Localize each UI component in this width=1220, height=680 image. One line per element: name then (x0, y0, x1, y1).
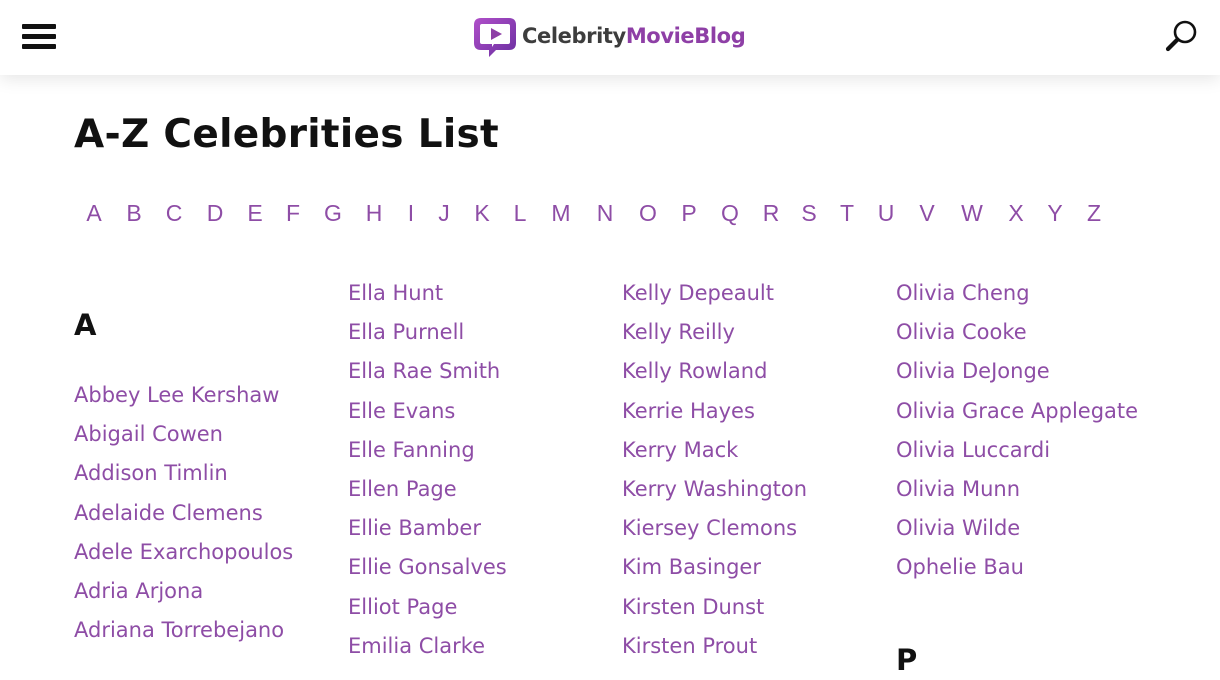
alphabet-link-c[interactable]: C (166, 200, 183, 227)
celebrity-link[interactable]: Olivia Cheng (896, 274, 1166, 313)
alphabet-link-i[interactable]: I (408, 200, 414, 227)
celebrity-link[interactable]: Adele Exarchopoulos (74, 533, 344, 572)
alphabet-link-v[interactable]: V (919, 200, 934, 227)
section-heading-a: A (74, 308, 97, 342)
alphabet-link-a[interactable]: A (86, 200, 101, 227)
celebrity-link[interactable]: Ellen Page (348, 470, 618, 509)
celebrity-link[interactable]: Ellie Gonsalves (348, 548, 618, 587)
celebrity-link[interactable]: Olivia Munn (896, 470, 1166, 509)
alphabet-link-z[interactable]: Z (1087, 200, 1101, 227)
alphabet-link-w[interactable]: W (961, 200, 983, 227)
alphabet-link-g[interactable]: G (324, 200, 342, 227)
celebrity-link[interactable]: Kelly Depeault (622, 274, 892, 313)
celebrity-column-1: A Abbey Lee Kershaw Abigail Cowen Addiso… (74, 274, 344, 650)
search-icon[interactable] (1162, 18, 1202, 58)
celebrity-link[interactable]: Olivia DeJonge (896, 352, 1166, 391)
alphabet-link-j[interactable]: J (438, 200, 450, 227)
celebrity-link[interactable]: Kim Basinger (622, 548, 892, 587)
celebrity-link[interactable]: Kelly Rowland (622, 352, 892, 391)
celebrity-link[interactable]: Emilia Clarke (348, 627, 618, 666)
site-header: CelebrityMovieBlog (0, 0, 1220, 75)
celebrity-link[interactable]: Kelly Reilly (622, 313, 892, 352)
celebrity-link[interactable]: Olivia Grace Applegate (896, 392, 1166, 431)
celebrity-link[interactable]: Kerrie Hayes (622, 392, 892, 431)
alphabet-link-p[interactable]: P (681, 200, 696, 227)
alphabet-link-o[interactable]: O (639, 200, 657, 227)
celebrity-link[interactable]: Kerry Washington (622, 470, 892, 509)
celebrity-link[interactable]: Elle Fanning (348, 431, 618, 470)
celebrity-link[interactable]: Addison Timlin (74, 454, 344, 493)
section-heading-p: P (896, 643, 918, 678)
alphabet-link-s[interactable]: S (801, 200, 816, 227)
celebrity-column-4: Olivia Cheng Olivia Cooke Olivia DeJonge… (896, 274, 1166, 588)
celebrity-link[interactable]: Adriana Torrebejano (74, 611, 344, 650)
celebrity-link[interactable]: Ellie Bamber (348, 509, 618, 548)
alphabet-link-l[interactable]: L (514, 200, 527, 227)
alphabet-link-t[interactable]: T (840, 200, 854, 227)
alphabet-link-k[interactable]: K (474, 200, 489, 227)
alphabet-link-m[interactable]: M (551, 200, 570, 227)
celebrity-link[interactable]: Elliot Page (348, 588, 618, 627)
celebrity-link[interactable]: Abbey Lee Kershaw (74, 376, 344, 415)
alphabet-link-y[interactable]: Y (1047, 200, 1062, 227)
celebrity-link[interactable]: Adria Arjona (74, 572, 344, 611)
alphabet-link-x[interactable]: X (1008, 200, 1023, 227)
celebrity-link[interactable]: Olivia Luccardi (896, 431, 1166, 470)
celebrity-column-2: Ella Hunt Ella Purnell Ella Rae Smith El… (348, 274, 618, 666)
celebrity-link[interactable]: Elle Evans (348, 392, 618, 431)
play-chat-logo-icon (474, 18, 516, 57)
celebrity-link[interactable]: Kirsten Dunst (622, 588, 892, 627)
alphabet-link-b[interactable]: B (126, 200, 141, 227)
site-logo[interactable]: CelebrityMovieBlog (472, 15, 746, 59)
alphabet-link-f[interactable]: F (286, 200, 300, 227)
site-logo-text: CelebrityMovieBlog (522, 24, 746, 48)
celebrity-link[interactable]: Kerry Mack (622, 431, 892, 470)
celebrity-link[interactable]: Olivia Wilde (896, 509, 1166, 548)
celebrity-link[interactable]: Kiersey Clemons (622, 509, 892, 548)
alphabet-link-h[interactable]: H (366, 200, 383, 227)
hamburger-menu-icon[interactable] (22, 21, 56, 51)
celebrity-link[interactable]: Ella Rae Smith (348, 352, 618, 391)
celebrity-column-3: Kelly Depeault Kelly Reilly Kelly Rowlan… (622, 274, 892, 666)
alphabet-link-e[interactable]: E (247, 200, 262, 227)
alphabet-link-n[interactable]: N (597, 200, 614, 227)
alphabet-link-r[interactable]: R (763, 200, 780, 227)
alphabet-link-q[interactable]: Q (721, 200, 739, 227)
celebrity-link[interactable]: Kirsten Prout (622, 627, 892, 666)
celebrity-link[interactable]: Abigail Cowen (74, 415, 344, 454)
alphabet-link-u[interactable]: U (878, 200, 895, 227)
celebrity-link[interactable]: Ella Hunt (348, 274, 618, 313)
celebrity-link[interactable]: Olivia Cooke (896, 313, 1166, 352)
celebrity-link[interactable]: Ophelie Bau (896, 548, 1166, 587)
alphabet-link-d[interactable]: D (207, 200, 224, 227)
celebrity-link[interactable]: Adelaide Clemens (74, 494, 344, 533)
page-title: A-Z Celebrities List (74, 112, 499, 157)
celebrity-link[interactable]: Ella Purnell (348, 313, 618, 352)
